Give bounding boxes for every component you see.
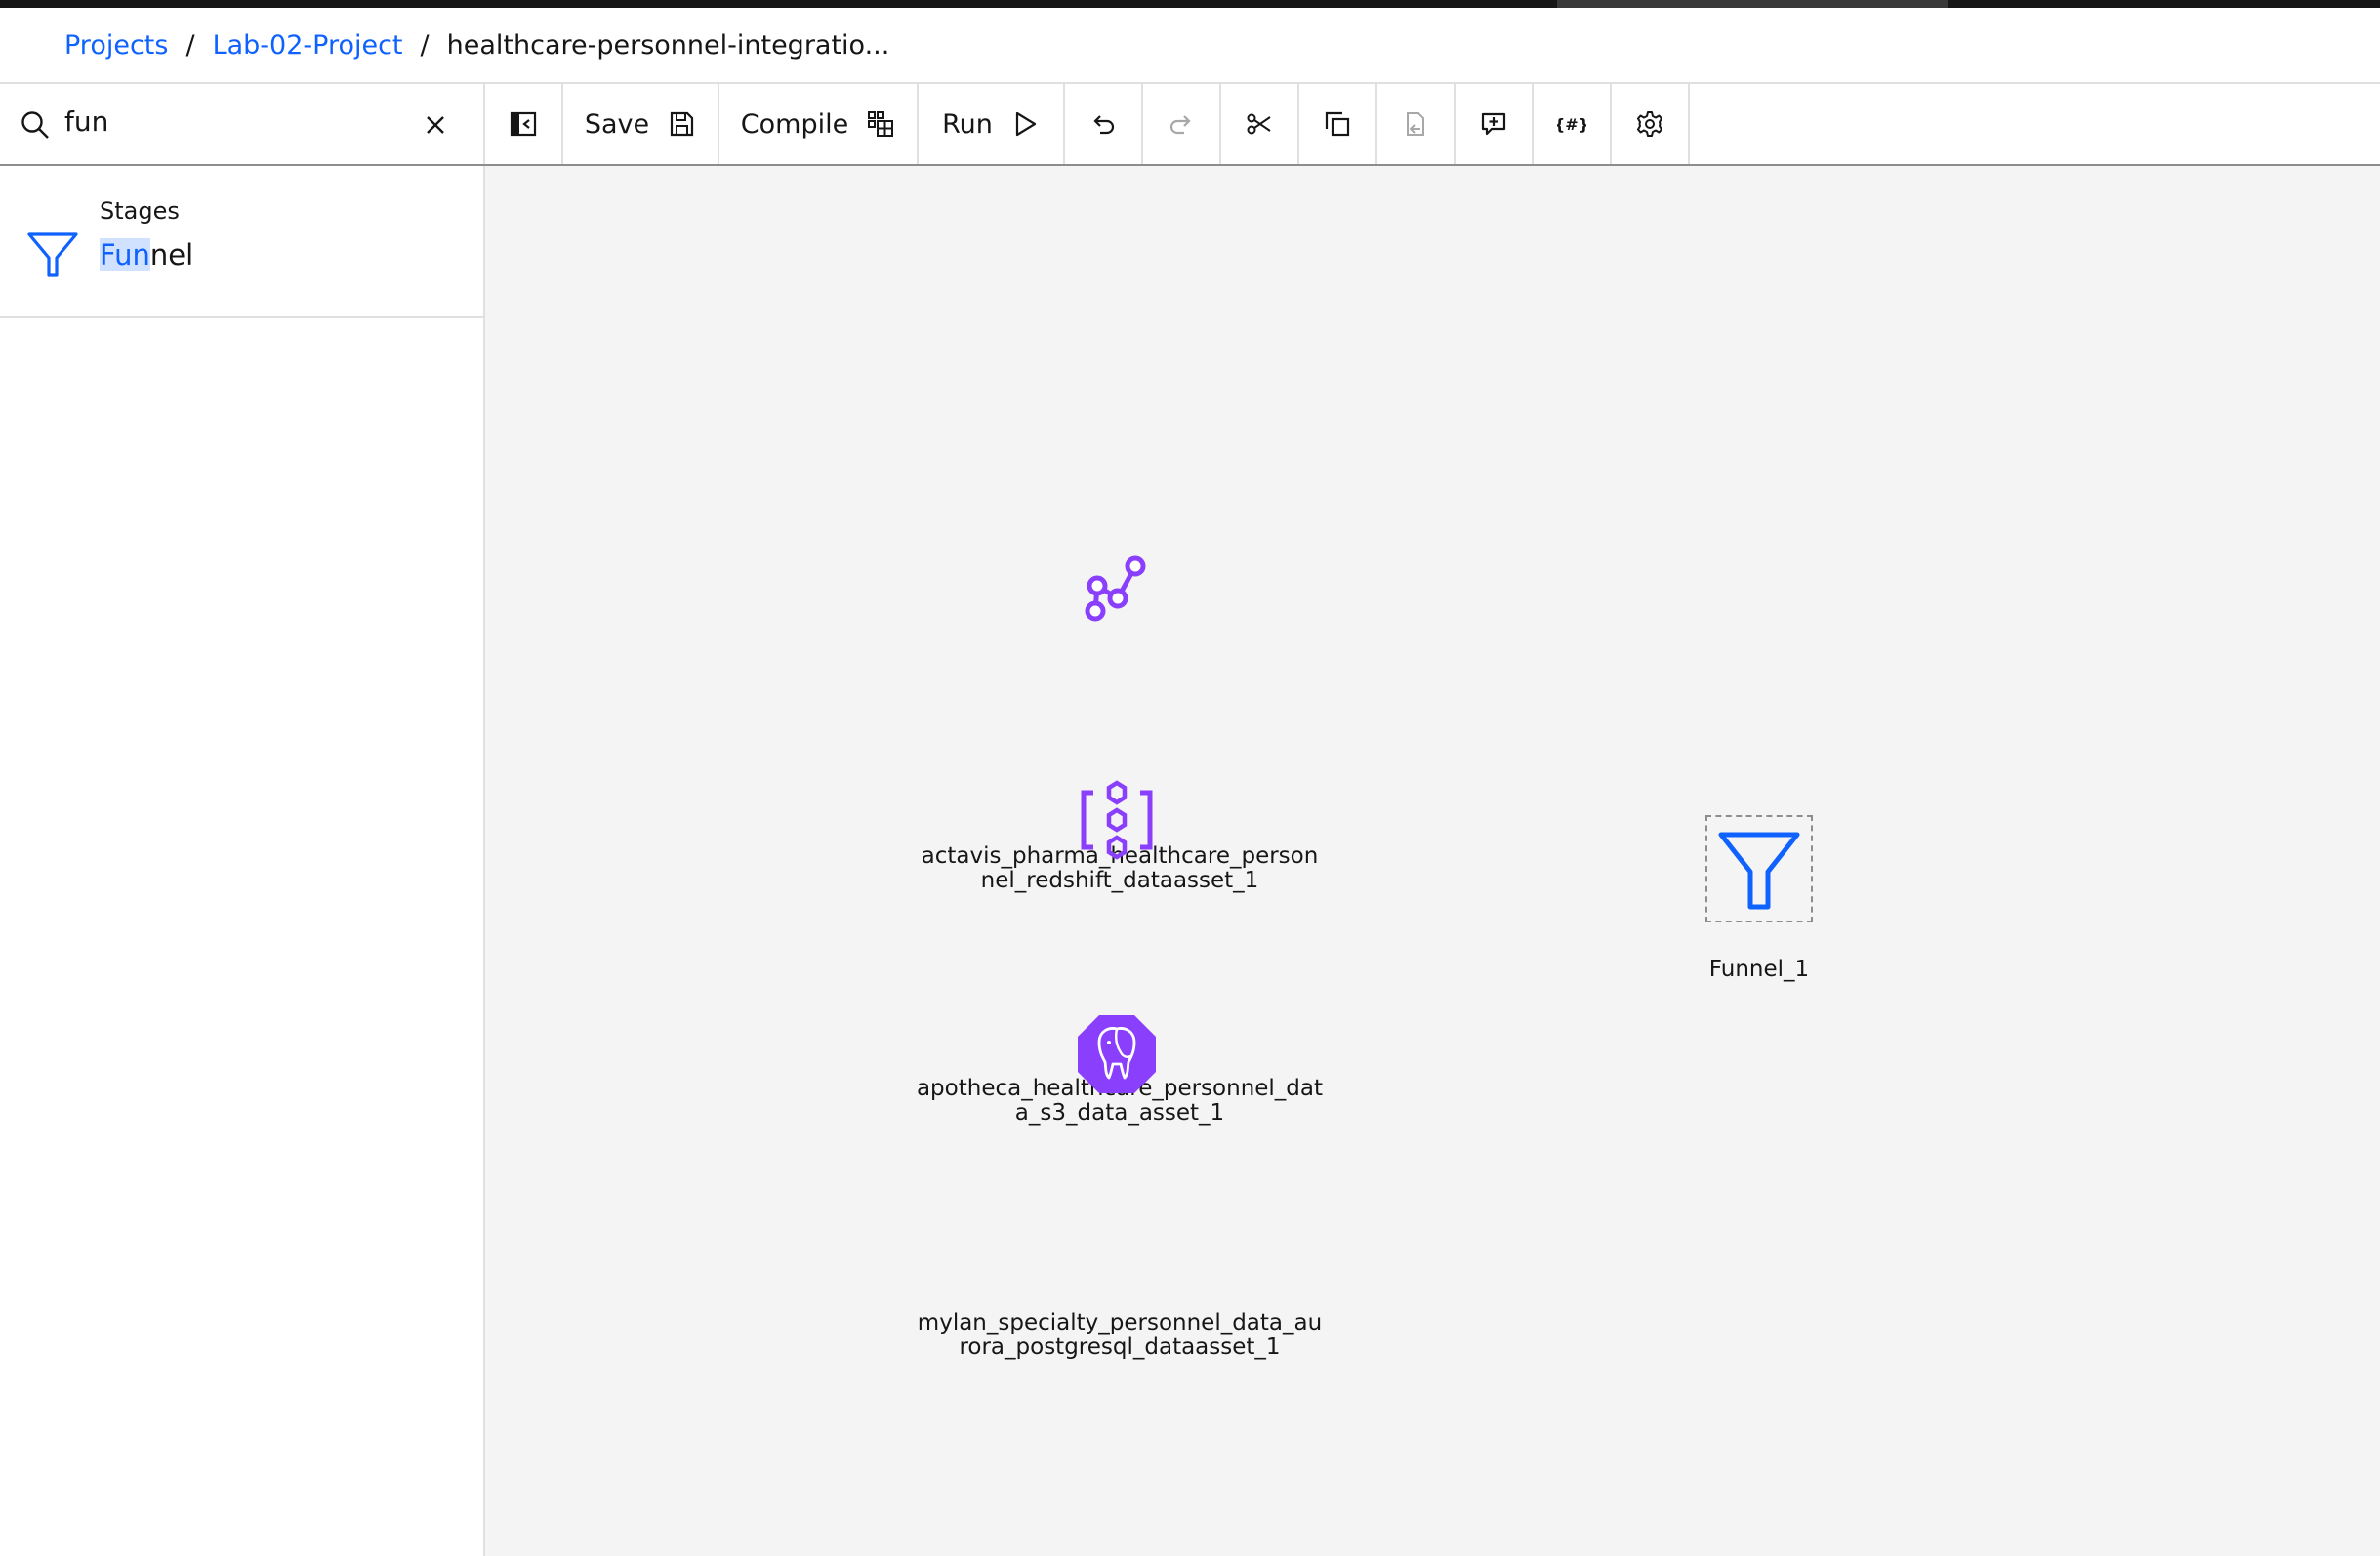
undo-button[interactable] bbox=[1065, 84, 1143, 164]
compile-icon bbox=[868, 111, 894, 137]
svg-text:{#}: {#} bbox=[1557, 115, 1586, 134]
paste-button[interactable] bbox=[1377, 84, 1456, 164]
palette-item-label-rest: nel bbox=[149, 238, 194, 271]
breadcrumb-project-link[interactable]: Lab-02-Project bbox=[213, 30, 403, 61]
node-label: mylan_specialty_personnel_data_aurora_po… bbox=[917, 1310, 1323, 1360]
gear-icon bbox=[1637, 111, 1662, 137]
add-comment-icon bbox=[1481, 112, 1506, 136]
undo-icon bbox=[1093, 115, 1115, 135]
redo-icon bbox=[1169, 115, 1191, 135]
save-label: Save bbox=[584, 108, 650, 140]
breadcrumb: Projects / Lab-02-Project / healthcare-p… bbox=[0, 8, 2380, 84]
breadcrumb-current-flow: healthcare-personnel-integratio... bbox=[446, 29, 890, 61]
redshift-icon bbox=[1085, 555, 1146, 622]
stage-palette: Stages Funnel bbox=[0, 166, 485, 1556]
add-comment-button[interactable] bbox=[1456, 84, 1534, 164]
copy-button[interactable] bbox=[1299, 84, 1377, 164]
breadcrumb-projects-link[interactable]: Projects bbox=[64, 30, 168, 61]
side-panel-close-icon bbox=[510, 111, 537, 137]
play-icon bbox=[1015, 111, 1036, 137]
settings-button[interactable] bbox=[1612, 84, 1690, 164]
toggle-palette-button[interactable] bbox=[485, 84, 563, 164]
palette-category-label: Stages bbox=[100, 197, 180, 225]
search-icon bbox=[21, 111, 49, 139]
s3-icon bbox=[1081, 780, 1153, 860]
save-button[interactable]: Save bbox=[563, 84, 719, 164]
save-icon bbox=[671, 111, 694, 137]
node-label: Funnel_1 bbox=[1708, 957, 1810, 982]
window-top-bar bbox=[0, 0, 2380, 8]
palette-result-funnel[interactable]: Stages Funnel bbox=[0, 166, 483, 318]
parameters-icon: {#} bbox=[1557, 115, 1586, 134]
postgresql-icon bbox=[1078, 1015, 1156, 1093]
compile-button[interactable]: Compile bbox=[719, 84, 919, 164]
copy-icon bbox=[1325, 111, 1350, 137]
run-label: Run bbox=[942, 108, 993, 140]
parameters-button[interactable]: {#} bbox=[1534, 84, 1612, 164]
funnel-icon bbox=[1718, 832, 1800, 910]
breadcrumb-separator: / bbox=[420, 29, 430, 61]
close-icon[interactable] bbox=[422, 111, 449, 139]
toolbar-row: fun Save Compile Run # bbox=[0, 84, 2380, 166]
search-match-highlight: Fun bbox=[100, 238, 150, 271]
compile-label: Compile bbox=[740, 108, 849, 140]
palette-search: fun bbox=[0, 84, 485, 164]
run-button[interactable]: Run bbox=[919, 84, 1065, 164]
flow-canvas[interactable]: actavis_pharma_healthcare_personnel_reds… bbox=[485, 166, 2380, 1556]
canvas-toolbar: Save Compile Run # bbox=[485, 84, 1690, 164]
palette-item-label[interactable]: Funnel bbox=[100, 238, 193, 271]
breadcrumb-separator: / bbox=[185, 29, 195, 61]
paste-icon bbox=[1407, 112, 1424, 136]
funnel-icon bbox=[27, 232, 78, 277]
search-input[interactable]: fun bbox=[64, 105, 108, 138]
cut-button[interactable] bbox=[1221, 84, 1299, 164]
redo-button[interactable] bbox=[1143, 84, 1221, 164]
scissors-icon bbox=[1247, 113, 1271, 135]
